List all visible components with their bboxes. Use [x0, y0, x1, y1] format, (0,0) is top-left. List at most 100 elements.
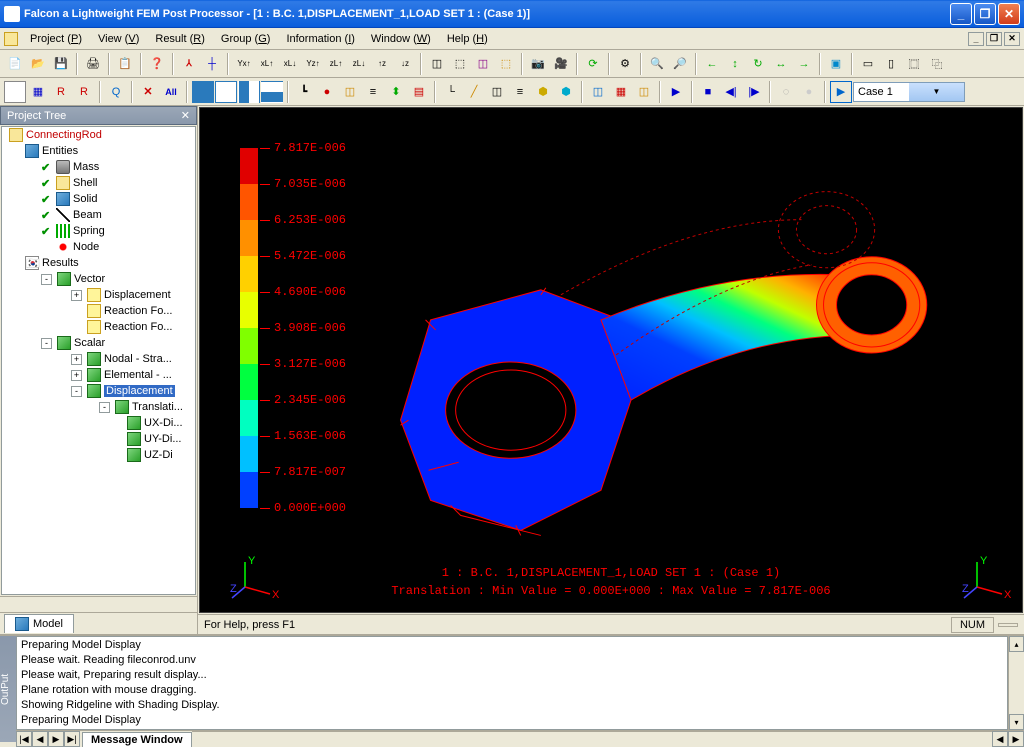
view-iso3-button[interactable]: ◫ [472, 53, 494, 75]
zoom-window-button[interactable]: 🔍 [646, 53, 668, 75]
tool-b5[interactable]: ⬢ [532, 81, 554, 103]
mdi-minimize-button[interactable]: _ [968, 32, 984, 46]
save-button[interactable]: 💾 [50, 53, 72, 75]
tree-scalar-item[interactable]: +Nodal - Stra... [68, 351, 195, 367]
tree-scalar-item[interactable]: +Elemental - ... [68, 367, 195, 383]
xyz-button[interactable]: ⅄ [178, 53, 200, 75]
menu-result[interactable]: Result (R) [147, 31, 213, 47]
tree-vector-item[interactable]: Reaction Fo... [68, 303, 195, 319]
tb2-2[interactable]: ▦ [27, 81, 49, 103]
tb2-all[interactable]: All [160, 81, 182, 103]
zoom-in-button[interactable]: 🔎 [669, 53, 691, 75]
panel-close-button[interactable]: ✕ [181, 109, 190, 122]
tool-b6[interactable]: ⬢ [555, 81, 577, 103]
tb2-1[interactable] [4, 81, 26, 103]
tree-translati[interactable]: -Translati... [96, 399, 195, 415]
tool-a4[interactable]: ≡ [362, 81, 384, 103]
pan-left-button[interactable]: ← [701, 53, 723, 75]
view-x2-button[interactable]: xL↑ [256, 53, 278, 75]
shade-mix2-button[interactable] [261, 81, 283, 103]
tree-scalar[interactable]: -Scalar [38, 335, 195, 351]
output-log[interactable]: Preparing Model DisplayPlease wait. Read… [16, 636, 1008, 730]
copy-button[interactable]: 📋 [114, 53, 136, 75]
tree-entity-beam[interactable]: ✔Beam [38, 207, 195, 223]
tool-b4[interactable]: ≡ [509, 81, 531, 103]
win2-button[interactable]: ▯ [880, 53, 902, 75]
pan-right-button[interactable]: ↔ [770, 53, 792, 75]
view-cam2-button[interactable]: 🎥 [550, 53, 572, 75]
view-iso1-button[interactable]: ◫ [426, 53, 448, 75]
shade-wire-button[interactable] [215, 81, 237, 103]
tree-root[interactable]: ConnectingRod [6, 127, 195, 143]
step-back-button[interactable]: ◀| [720, 81, 742, 103]
output-tab-message[interactable]: Message Window [82, 732, 192, 747]
mdi-restore-button[interactable]: ❐ [986, 32, 1002, 46]
tree-vector[interactable]: -Vector [38, 271, 195, 287]
output-scroll-left[interactable]: ◀ [992, 731, 1008, 747]
project-tree[interactable]: ConnectingRod Entities ✔Mass✔Shell✔Solid… [1, 126, 196, 595]
tree-vector-item[interactable]: Reaction Fo... [68, 319, 195, 335]
view-z2-button[interactable]: ↑z [371, 53, 393, 75]
output-last-button[interactable]: ▶| [64, 731, 80, 747]
menu-information[interactable]: Information (I) [278, 31, 362, 47]
output-scroll-right[interactable]: ▶ [1008, 731, 1024, 747]
tool-a3[interactable]: ◫ [339, 81, 361, 103]
tool-a2[interactable]: ● [316, 81, 338, 103]
settings-button[interactable]: ⚙ [614, 53, 636, 75]
output-next-button[interactable]: ▶ [48, 731, 64, 747]
output-side-tab[interactable]: OutPut [0, 636, 16, 742]
tool-c1[interactable]: ◫ [587, 81, 609, 103]
view-y1-button[interactable]: Yz↑ [302, 53, 324, 75]
tb2-4[interactable]: R [73, 81, 95, 103]
pan-down-button[interactable]: → [793, 53, 815, 75]
tb2-magnify[interactable]: Q [105, 81, 127, 103]
rotate-button[interactable]: ↻ [747, 53, 769, 75]
tool-b1[interactable]: └ [440, 81, 462, 103]
win3-button[interactable]: ⿴ [903, 53, 925, 75]
tree-entity-spring[interactable]: ✔Spring [38, 223, 195, 239]
shade-solid-button[interactable] [192, 81, 214, 103]
pause-button[interactable]: ■ [697, 81, 719, 103]
tree-entity-node[interactable]: Node [38, 239, 195, 255]
window-close-button[interactable]: ✕ [998, 3, 1020, 25]
output-first-button[interactable]: |◀ [16, 731, 32, 747]
menu-view[interactable]: View (V) [90, 31, 147, 47]
view-x1-button[interactable]: Yx↑ [233, 53, 255, 75]
help-context-button[interactable]: ❓ [146, 53, 168, 75]
tree-translati-item[interactable]: UZ-Di [124, 447, 195, 463]
model-tab[interactable]: Model [4, 614, 74, 633]
view-y2-button[interactable]: zL↑ [325, 53, 347, 75]
window-maximize-button[interactable]: ❐ [974, 3, 996, 25]
tool-c3[interactable]: ◫ [633, 81, 655, 103]
tool-b3[interactable]: ◫ [486, 81, 508, 103]
tree-vector-item[interactable]: +Displacement [68, 287, 195, 303]
tool-c2[interactable]: ▦ [610, 81, 632, 103]
view-x3-button[interactable]: xL↓ [279, 53, 301, 75]
menu-help[interactable]: Help (H) [439, 31, 496, 47]
win1-button[interactable]: ▭ [857, 53, 879, 75]
record-button[interactable]: ● [798, 81, 820, 103]
view-cam1-button[interactable]: 📷 [527, 53, 549, 75]
viewport-3d[interactable]: 7.817E-0067.035E-0066.253E-0065.472E-006… [199, 107, 1023, 613]
menu-window[interactable]: Window (W) [363, 31, 439, 47]
print-button[interactable]: 🖨 [82, 53, 104, 75]
tool-b2[interactable]: ╱ [463, 81, 485, 103]
fit-button[interactable]: ▣ [825, 53, 847, 75]
menu-project[interactable]: Project (P) [22, 31, 90, 47]
view-iso4-button[interactable]: ⬚ [495, 53, 517, 75]
view-z3-button[interactable]: ↓z [394, 53, 416, 75]
output-prev-button[interactable]: ◀ [32, 731, 48, 747]
tree-entity-shell[interactable]: ✔Shell [38, 175, 195, 191]
window-minimize-button[interactable]: _ [950, 3, 972, 25]
shade-mix1-button[interactable] [238, 81, 260, 103]
tree-scalar-item[interactable]: -Displacement [68, 383, 195, 399]
tree-entity-solid[interactable]: ✔Solid [38, 191, 195, 207]
tree-h-scrollbar[interactable] [0, 596, 197, 612]
tool-a6[interactable]: ▤ [408, 81, 430, 103]
tree-translati-item[interactable]: UY-Di... [124, 431, 195, 447]
mdi-close-button[interactable]: ✕ [1004, 32, 1020, 46]
tool-a5[interactable]: ⬍ [385, 81, 407, 103]
tree-results[interactable]: 🇰🇷Results [22, 255, 195, 271]
tool-a1[interactable]: ┗ [293, 81, 315, 103]
menu-group[interactable]: Group (G) [213, 31, 279, 47]
